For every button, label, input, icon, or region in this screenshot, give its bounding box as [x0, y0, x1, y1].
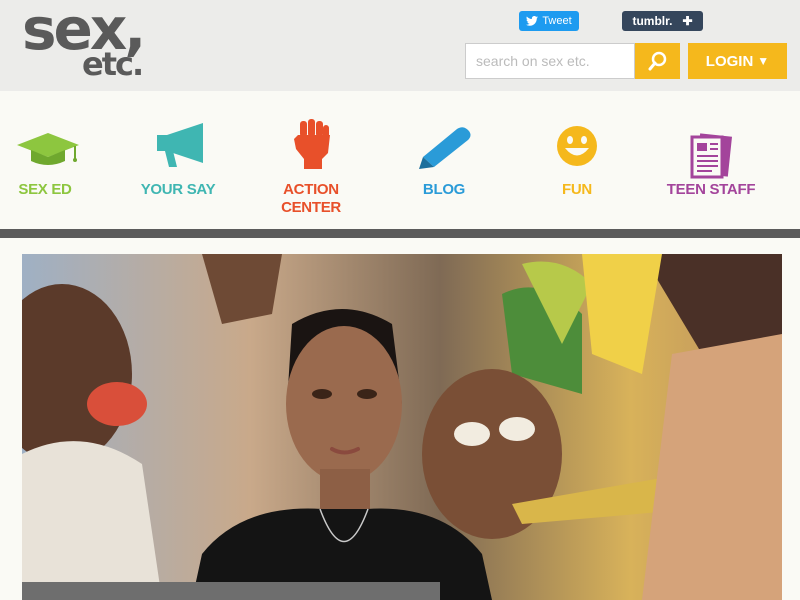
nav-label-action-center: ACTION CENTER	[281, 181, 341, 216]
hero-image[interactable]	[22, 254, 782, 600]
nav-label-fun: FUN	[562, 181, 592, 198]
tweet-button[interactable]: Tweet	[519, 11, 579, 31]
tweet-label: Tweet	[542, 15, 572, 27]
logo-text-etc: etc.	[82, 45, 144, 83]
search-icon	[648, 51, 666, 71]
main-nav: SEX ED YOUR SAY ACTION CENTER BLOG FUN T…	[0, 91, 800, 229]
nav-item-blog[interactable]: BLOG	[379, 91, 509, 229]
caption-bar	[22, 582, 440, 600]
nav-item-sex-ed[interactable]: SEX ED	[0, 91, 110, 229]
nav-label-blog: BLOG	[422, 181, 466, 198]
search-input[interactable]	[465, 43, 635, 79]
site-logo[interactable]: sex, etc.	[22, 0, 167, 88]
login-label: LOGIN	[705, 52, 754, 70]
divider-bar	[0, 229, 800, 238]
chevron-down-icon: ▼	[757, 54, 770, 68]
newspaper-icon	[690, 133, 733, 179]
graduation-cap-icon	[17, 133, 79, 165]
nav-item-teen-staff[interactable]: TEEN STAFF	[646, 91, 776, 229]
mural-portrait-photo	[22, 254, 782, 600]
site-header: sex, etc. Tweet tumblr. ✚ LOGIN ▼	[0, 0, 800, 91]
nav-label-your-say: YOUR SAY	[140, 181, 216, 198]
tumblr-button[interactable]: tumblr. ✚	[622, 11, 703, 31]
login-button[interactable]: LOGIN ▼	[688, 43, 787, 79]
search-button[interactable]	[635, 43, 680, 79]
nav-label-teen-staff: TEEN STAFF	[666, 181, 756, 198]
nav-item-fun[interactable]: FUN	[512, 91, 642, 229]
nav-label-sex-ed: SEX ED	[18, 181, 72, 198]
smiley-face-icon	[557, 126, 597, 166]
nav-item-action-center[interactable]: ACTION CENTER	[246, 91, 376, 229]
nav-item-your-say[interactable]: YOUR SAY	[113, 91, 243, 229]
raised-fist-icon	[294, 119, 330, 169]
megaphone-icon	[157, 123, 203, 167]
pencil-icon	[419, 127, 471, 169]
twitter-bird-icon	[526, 16, 539, 26]
plus-icon: ✚	[682, 14, 693, 28]
tumblr-label: tumblr.	[632, 14, 673, 28]
